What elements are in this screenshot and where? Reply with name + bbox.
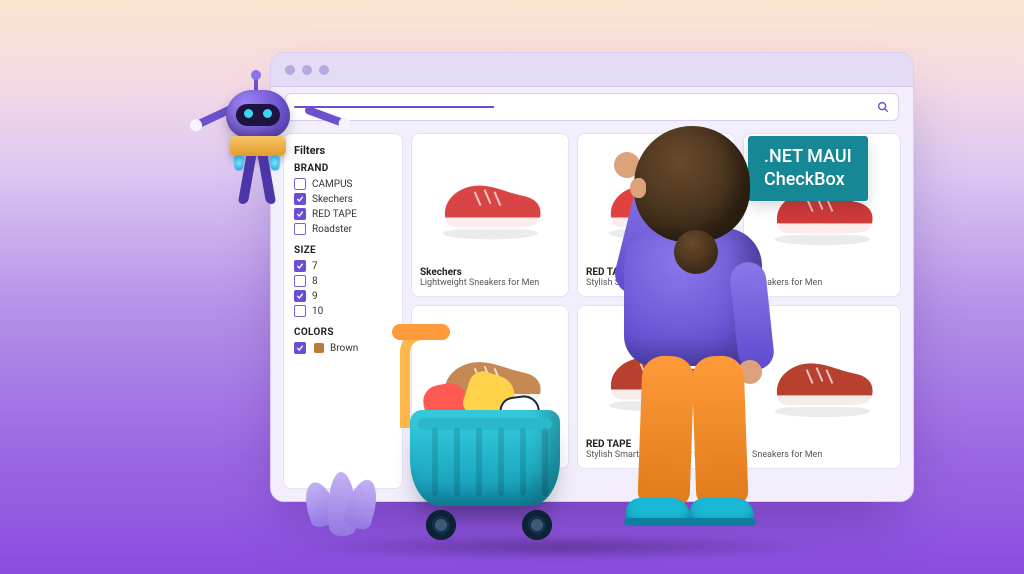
person-ear [630, 178, 646, 198]
robot-mascot [208, 66, 328, 216]
search-icon [876, 100, 890, 114]
checkbox-label: 9 [312, 291, 318, 302]
plant-decoration [300, 460, 390, 540]
window-titlebar [271, 53, 913, 87]
flame-icon [234, 154, 244, 172]
product-card[interactable]: SkechersLightweight Sneakers for Men [411, 133, 569, 297]
person-illustration [572, 120, 812, 550]
product-thumbnail [420, 142, 560, 261]
filter-group: SIZE 7 8 9 10 [294, 245, 392, 317]
checkbox[interactable] [294, 223, 306, 235]
filter-group-title: SIZE [294, 245, 392, 256]
filter-checkbox-row[interactable]: 7 [294, 260, 392, 272]
search-cursor-line [294, 106, 866, 108]
person-hair-bun [674, 230, 718, 274]
robot-head [226, 90, 290, 138]
checkbox[interactable] [294, 275, 306, 287]
checkbox-label: 10 [312, 306, 323, 317]
person-shoe-sole [624, 518, 692, 526]
filter-checkbox-row[interactable]: 10 [294, 305, 392, 317]
checkbox-label: Roadster [312, 224, 352, 235]
filter-checkbox-row[interactable]: 8 [294, 275, 392, 287]
filter-checkbox-row[interactable]: 9 [294, 290, 392, 302]
shopping-cart-illustration [374, 330, 594, 560]
checkbox[interactable] [294, 305, 306, 317]
search-input[interactable] [285, 93, 899, 121]
checkbox[interactable] [294, 290, 306, 302]
cart-wheel-icon [522, 510, 552, 540]
robot-jetpack [230, 136, 286, 156]
checkbox-label: Brown [330, 343, 358, 354]
checkbox-label: 8 [312, 276, 318, 287]
color-swatch [314, 343, 324, 353]
person-shoe-sole [688, 518, 756, 526]
cart-basket [410, 410, 560, 506]
filter-checkbox-row[interactable]: Roadster [294, 223, 392, 235]
product-desc: Lightweight Sneakers for Men [420, 278, 560, 288]
checkbox-label: 7 [312, 261, 318, 272]
flame-icon [270, 154, 280, 172]
product-brand: Skechers [420, 267, 560, 278]
person-leg [637, 355, 694, 507]
person-leg [691, 355, 748, 507]
checkbox[interactable] [294, 342, 306, 354]
cart-wheel-icon [426, 510, 456, 540]
person-hair [634, 126, 750, 242]
checkbox[interactable] [294, 260, 306, 272]
cart-handle-grip [392, 324, 450, 340]
